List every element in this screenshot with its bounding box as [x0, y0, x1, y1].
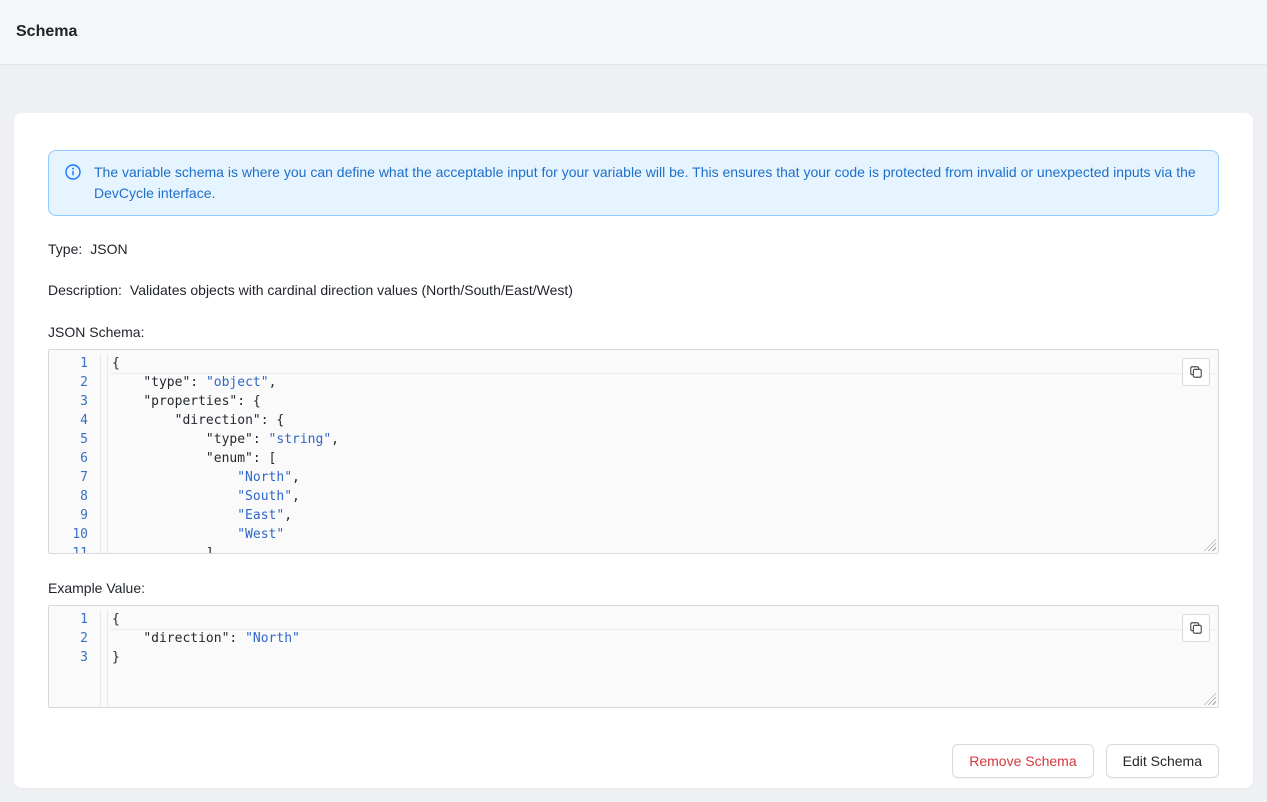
first-line-divider [110, 373, 1218, 374]
copy-button[interactable] [1182, 358, 1210, 386]
remove-schema-button[interactable]: Remove Schema [952, 744, 1093, 778]
fold-gutter [101, 610, 108, 707]
description-row: Description: Validates objects with cardi… [48, 282, 1219, 298]
fold-gutter [101, 354, 108, 553]
type-label: Type: [48, 241, 82, 257]
copy-icon [1189, 621, 1203, 635]
action-bar: Remove Schema Edit Schema [48, 744, 1219, 778]
info-circle-icon [65, 164, 81, 180]
description-label: Description: [48, 282, 122, 298]
copy-icon [1189, 365, 1203, 379]
info-alert: The variable schema is where you can def… [48, 150, 1219, 216]
code-area: { "direction": "North"} [108, 610, 1218, 707]
line-number-gutter: 1234567891011 [49, 354, 101, 553]
edit-schema-button[interactable]: Edit Schema [1106, 744, 1219, 778]
example-value-label: Example Value: [48, 580, 1219, 596]
json-schema-label: JSON Schema: [48, 324, 1219, 340]
schema-card: The variable schema is where you can def… [14, 113, 1253, 788]
type-row: Type: JSON [48, 241, 1219, 257]
example-value-editor[interactable]: 123 { "direction": "North"} [48, 605, 1219, 708]
page-title: Schema [16, 23, 77, 41]
first-line-divider [110, 629, 1218, 630]
json-schema-editor[interactable]: 1234567891011 { "type": "object", "prope… [48, 349, 1219, 554]
line-number-gutter: 123 [49, 610, 101, 707]
code-area: { "type": "object", "properties": { "dir… [108, 354, 1218, 553]
page-header: Schema [0, 0, 1267, 65]
info-alert-text: The variable schema is where you can def… [94, 162, 1202, 204]
type-value: JSON [90, 241, 127, 257]
copy-button[interactable] [1182, 614, 1210, 642]
description-value: Validates objects with cardinal directio… [130, 282, 573, 298]
